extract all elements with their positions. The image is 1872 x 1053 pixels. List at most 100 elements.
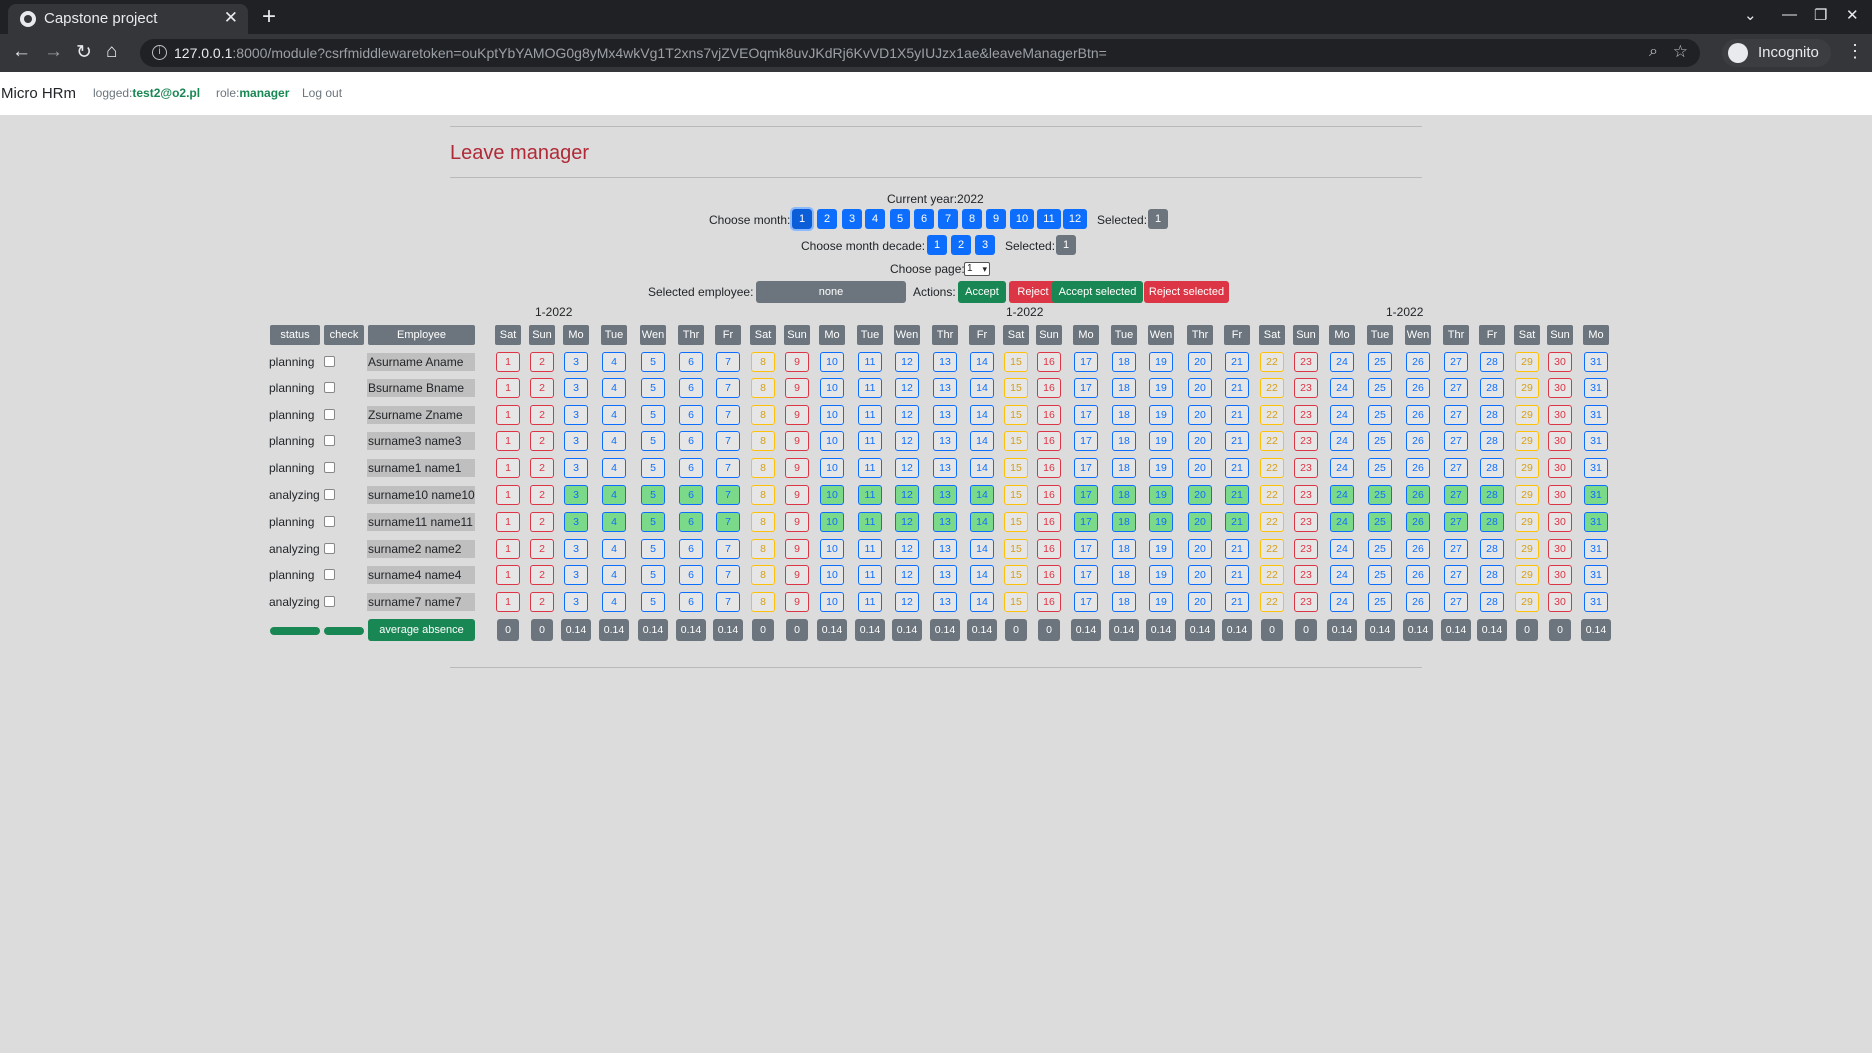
day-cell[interactable]: 28 (1480, 485, 1504, 505)
day-cell[interactable]: 5 (641, 431, 665, 451)
day-cell[interactable]: 3 (564, 565, 588, 585)
day-cell[interactable]: 3 (564, 539, 588, 559)
row-checkbox[interactable] (324, 409, 335, 420)
day-cell[interactable]: 12 (895, 512, 919, 532)
day-cell[interactable]: 14 (970, 378, 994, 398)
day-cell[interactable]: 16 (1037, 458, 1061, 478)
day-cell[interactable]: 21 (1225, 592, 1249, 612)
day-cell[interactable]: 2 (530, 592, 554, 612)
incognito-indicator[interactable]: Incognito (1722, 39, 1831, 67)
day-cell[interactable]: 22 (1260, 352, 1284, 372)
month-button-2[interactable]: 2 (817, 209, 837, 229)
day-cell[interactable]: 17 (1074, 458, 1098, 478)
day-cell[interactable]: 5 (641, 352, 665, 372)
day-cell[interactable]: 28 (1480, 512, 1504, 532)
day-cell[interactable]: 28 (1480, 592, 1504, 612)
day-cell[interactable]: 26 (1406, 485, 1430, 505)
day-cell[interactable]: 26 (1406, 592, 1430, 612)
day-cell[interactable]: 17 (1074, 565, 1098, 585)
day-cell[interactable]: 29 (1515, 378, 1539, 398)
day-cell[interactable]: 14 (970, 592, 994, 612)
reject-selected-button[interactable]: Reject selected (1144, 281, 1229, 303)
day-cell[interactable]: 1 (496, 378, 520, 398)
day-cell[interactable]: 23 (1294, 405, 1318, 425)
day-cell[interactable]: 11 (858, 431, 882, 451)
day-cell[interactable]: 9 (785, 485, 809, 505)
day-cell[interactable]: 23 (1294, 539, 1318, 559)
day-cell[interactable]: 4 (602, 485, 626, 505)
day-cell[interactable]: 31 (1584, 485, 1608, 505)
month-button-8[interactable]: 8 (962, 209, 982, 229)
day-cell[interactable]: 5 (641, 512, 665, 532)
day-cell[interactable]: 18 (1112, 431, 1136, 451)
day-cell[interactable]: 29 (1515, 512, 1539, 532)
day-cell[interactable]: 19 (1149, 592, 1173, 612)
day-cell[interactable]: 4 (602, 405, 626, 425)
day-cell[interactable]: 18 (1112, 592, 1136, 612)
day-cell[interactable]: 13 (933, 458, 957, 478)
page-select[interactable]: 1 (964, 262, 990, 276)
day-cell[interactable]: 30 (1548, 431, 1572, 451)
day-cell[interactable]: 27 (1444, 431, 1468, 451)
day-cell[interactable]: 13 (933, 565, 957, 585)
day-cell[interactable]: 7 (716, 565, 740, 585)
day-cell[interactable]: 19 (1149, 512, 1173, 532)
day-cell[interactable]: 21 (1225, 512, 1249, 532)
day-cell[interactable]: 19 (1149, 539, 1173, 559)
day-cell[interactable]: 24 (1330, 512, 1354, 532)
day-cell[interactable]: 8 (751, 405, 775, 425)
day-cell[interactable]: 10 (820, 512, 844, 532)
day-cell[interactable]: 1 (496, 565, 520, 585)
day-cell[interactable]: 15 (1004, 512, 1028, 532)
day-cell[interactable]: 3 (564, 405, 588, 425)
day-cell[interactable]: 21 (1225, 405, 1249, 425)
day-cell[interactable]: 17 (1074, 485, 1098, 505)
day-cell[interactable]: 1 (496, 539, 520, 559)
day-cell[interactable]: 30 (1548, 378, 1572, 398)
day-cell[interactable]: 2 (530, 458, 554, 478)
employee-name[interactable]: surname4 name4 (367, 566, 475, 584)
day-cell[interactable]: 25 (1368, 352, 1392, 372)
day-cell[interactable]: 13 (933, 512, 957, 532)
day-cell[interactable]: 4 (602, 592, 626, 612)
browser-tab[interactable]: Capstone project ✕ (8, 4, 248, 34)
day-cell[interactable]: 7 (716, 352, 740, 372)
day-cell[interactable]: 6 (679, 512, 703, 532)
day-cell[interactable]: 6 (679, 565, 703, 585)
day-cell[interactable]: 28 (1480, 352, 1504, 372)
day-cell[interactable]: 22 (1260, 458, 1284, 478)
day-cell[interactable]: 27 (1444, 405, 1468, 425)
day-cell[interactable]: 17 (1074, 539, 1098, 559)
month-button-1[interactable]: 1 (790, 207, 814, 231)
day-cell[interactable]: 11 (858, 539, 882, 559)
day-cell[interactable]: 5 (641, 592, 665, 612)
day-cell[interactable]: 7 (716, 512, 740, 532)
day-cell[interactable]: 26 (1406, 405, 1430, 425)
logout-link[interactable]: Log out (302, 86, 342, 100)
employee-name[interactable]: surname1 name1 (367, 459, 475, 477)
day-cell[interactable]: 13 (933, 352, 957, 372)
day-cell[interactable]: 13 (933, 378, 957, 398)
day-cell[interactable]: 8 (751, 592, 775, 612)
day-cell[interactable]: 30 (1548, 565, 1572, 585)
day-cell[interactable]: 20 (1188, 378, 1212, 398)
day-cell[interactable]: 16 (1037, 378, 1061, 398)
day-cell[interactable]: 12 (895, 431, 919, 451)
day-cell[interactable]: 25 (1368, 512, 1392, 532)
day-cell[interactable]: 13 (933, 431, 957, 451)
day-cell[interactable]: 23 (1294, 592, 1318, 612)
day-cell[interactable]: 27 (1444, 485, 1468, 505)
day-cell[interactable]: 6 (679, 592, 703, 612)
day-cell[interactable]: 11 (858, 565, 882, 585)
decade-button-2[interactable]: 2 (951, 235, 971, 255)
day-cell[interactable]: 13 (933, 485, 957, 505)
day-cell[interactable]: 12 (895, 592, 919, 612)
day-cell[interactable]: 9 (785, 431, 809, 451)
day-cell[interactable]: 16 (1037, 512, 1061, 532)
day-cell[interactable]: 7 (716, 458, 740, 478)
day-cell[interactable]: 14 (970, 352, 994, 372)
day-cell[interactable]: 4 (602, 539, 626, 559)
forward-icon[interactable]: → (44, 41, 63, 63)
day-cell[interactable]: 21 (1225, 458, 1249, 478)
day-cell[interactable]: 12 (895, 565, 919, 585)
